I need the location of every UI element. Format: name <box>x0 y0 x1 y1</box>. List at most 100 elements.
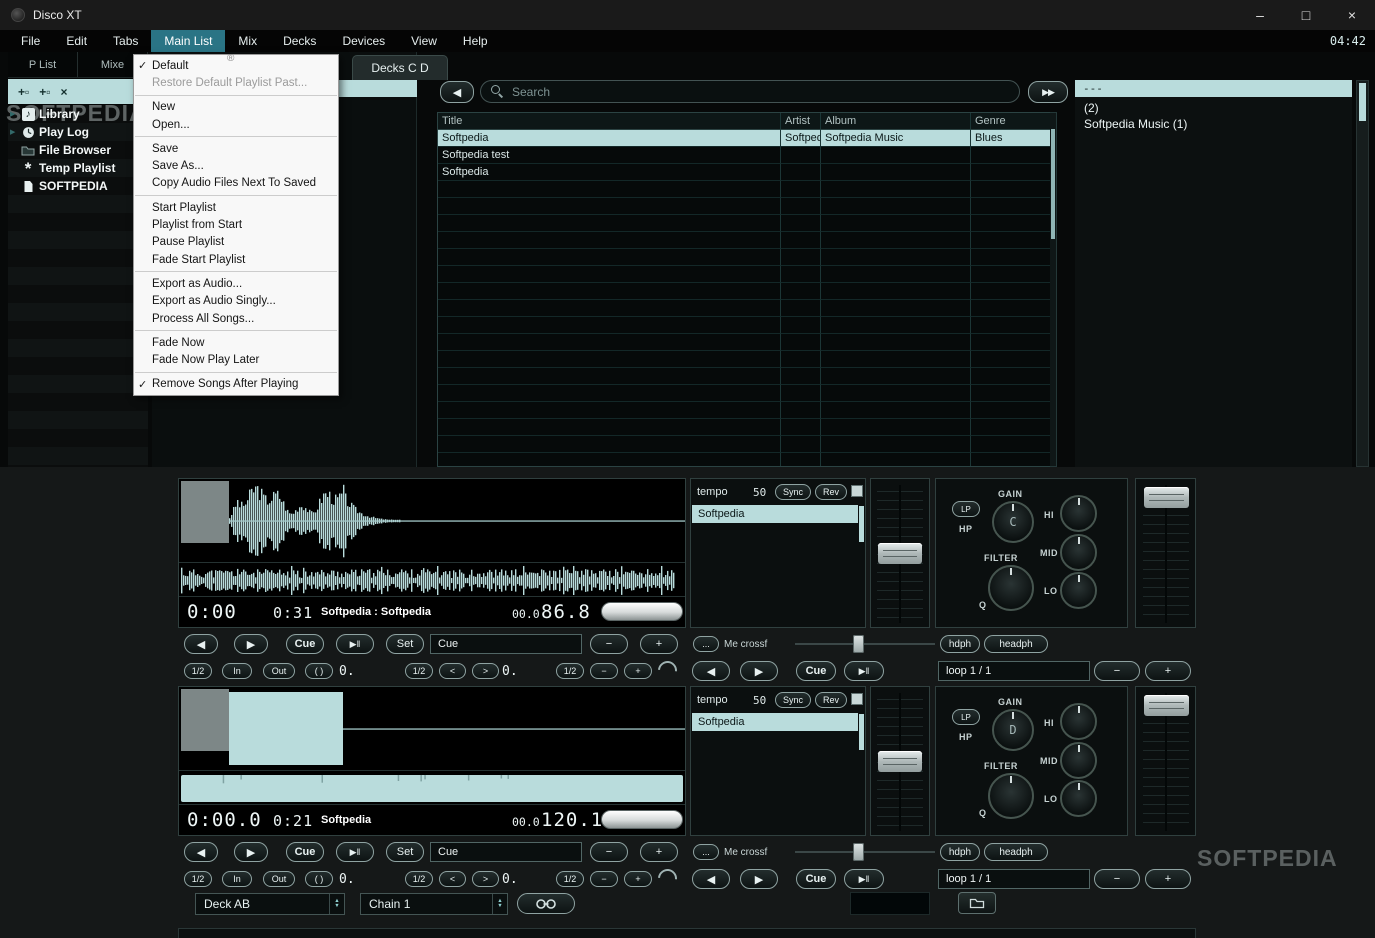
deck-c-waveform-overview[interactable] <box>179 564 685 597</box>
menu-item-save[interactable]: Save <box>134 140 338 157</box>
minimize-button[interactable]: – <box>1237 0 1283 30</box>
menu-item-new[interactable]: New <box>134 99 338 116</box>
menu-tabs[interactable]: Tabs <box>100 30 151 52</box>
table-scrollbar-thumb[interactable] <box>1051 129 1055 239</box>
menu-item-fade-now[interactable]: Fade Now <box>134 334 338 351</box>
tab-decks-c-d[interactable]: Decks C D <box>352 55 448 80</box>
expander-icon[interactable]: ▶ <box>10 128 15 136</box>
track-row[interactable]: Softpedia test <box>438 147 1050 164</box>
column-header-genre[interactable]: Genre <box>971 113 1050 130</box>
column-header-artist[interactable]: Artist <box>781 113 821 130</box>
deck-c-prev-button[interactable]: ◀ <box>184 634 218 654</box>
deck-d-loop-paren-button[interactable]: ( ) <box>305 871 333 887</box>
deck-d-track-list-scrollbar[interactable] <box>859 714 864 750</box>
sidebar-tab-p-list[interactable]: P List <box>8 52 78 77</box>
deck-c-loop-half-button[interactable]: 1/2 <box>184 663 212 679</box>
group-item-album[interactable]: Softpedia Music (1) <box>1084 117 1187 131</box>
menu-edit[interactable]: Edit <box>53 30 100 52</box>
deck-c-loop-in-button[interactable]: In <box>222 663 252 679</box>
deck-d-lo-knob[interactable] <box>1060 780 1097 817</box>
panel-scrollbar-thumb[interactable] <box>1359 83 1366 121</box>
deck-c-lp-button[interactable]: LP <box>952 501 980 517</box>
menu-item-default[interactable]: ✓ Default <box>134 57 338 74</box>
deck-d-sync-button[interactable]: Sync <box>775 692 811 708</box>
deck-c-more-button[interactable]: ... <box>693 636 719 652</box>
deck-d-color-tag[interactable] <box>851 693 863 705</box>
group-item-count[interactable]: (2) <box>1084 101 1099 115</box>
deck-c-rev-button[interactable]: Rev <box>815 484 847 500</box>
add-playlist-icon[interactable]: +▫ <box>18 85 29 99</box>
deck-c-hi-knob[interactable] <box>1060 495 1097 532</box>
deck-d-cue-button[interactable]: Cue <box>286 842 324 862</box>
column-header-title[interactable]: Title <box>438 113 781 130</box>
panel-scrollbar[interactable] <box>1356 80 1369 467</box>
deck-c-play-pause-button[interactable]: ▶‖ <box>336 634 374 654</box>
expander-icon[interactable]: ▶ <box>10 110 15 118</box>
deck-d-channel-fader[interactable] <box>878 751 922 772</box>
deck-c-loop-minus-button[interactable]: − <box>1094 661 1140 681</box>
menu-item-copy-audio-files-next-to-saved[interactable]: Copy Audio Files Next To Saved <box>134 175 338 192</box>
stepper-arrows-icon[interactable]: ▲ ▼ <box>492 894 507 914</box>
menu-view[interactable]: View <box>398 30 450 52</box>
deck-d-play-pause-button-2[interactable]: ▶‖ <box>844 869 884 889</box>
deck-c-loop-plus-button[interactable]: + <box>1145 661 1191 681</box>
search-input[interactable]: Search <box>480 80 1020 103</box>
deck-c-nudge-right-button[interactable]: > <box>472 663 499 679</box>
deck-c-cue-half-button[interactable]: 1/2 <box>405 663 433 679</box>
menu-decks[interactable]: Decks <box>270 30 329 52</box>
browser-back-button[interactable]: ◀ <box>440 81 474 103</box>
deck-d-waveform-display[interactable] <box>179 687 685 771</box>
deck-c-cue-button[interactable]: Cue <box>286 634 324 654</box>
deck-d-prev-button[interactable]: ◀ <box>184 842 218 862</box>
menu-item-fade-now-play-later[interactable]: Fade Now Play Later <box>134 351 338 368</box>
deck-c-filter-knob[interactable] <box>988 565 1034 611</box>
deck-c-gain-knob[interactable]: C <box>992 501 1034 543</box>
maximize-button[interactable]: □ <box>1283 0 1329 30</box>
deck-d-next-button-2[interactable]: ▶ <box>740 869 778 889</box>
deck-c-color-tag[interactable] <box>851 485 863 497</box>
deck-d-lp-button[interactable]: LP <box>952 709 980 725</box>
deck-d-prev-button-2[interactable]: ◀ <box>692 869 730 889</box>
deck-d-filter-knob[interactable] <box>988 773 1034 819</box>
browser-forward-button[interactable]: ▶▶ <box>1028 81 1068 103</box>
deck-c-cue-name-field[interactable]: Cue <box>430 634 582 654</box>
deck-d-hp-label[interactable]: HP <box>959 732 973 742</box>
deck-d-loop-minus-button[interactable]: − <box>1094 869 1140 889</box>
deck-c-mid-knob[interactable] <box>1060 534 1097 571</box>
deck-d-crossfade-handle[interactable] <box>853 843 864 861</box>
deck-d-hdph-button[interactable]: hdph <box>940 843 980 861</box>
deck-c-minus-button[interactable]: − <box>590 634 628 654</box>
deck-c-channel-fader[interactable] <box>878 543 922 564</box>
deck-c-set-button[interactable]: Set <box>386 634 424 654</box>
deck-c-next-button-2[interactable]: ▶ <box>740 661 778 681</box>
deck-c-plus-button[interactable]: + <box>640 634 678 654</box>
deck-d-rev-button[interactable]: Rev <box>815 692 847 708</box>
deck-d-headph-button[interactable]: headph <box>984 843 1048 861</box>
menu-item-remove-songs-after-playing[interactable]: ✓ Remove Songs After Playing <box>134 376 338 393</box>
menu-item-open[interactable]: Open... <box>134 116 338 133</box>
sidebar-item-file-browser[interactable]: File Browser <box>8 141 148 159</box>
deck-c-monitor-fader[interactable] <box>1144 487 1189 508</box>
menu-item-export-as-audio[interactable]: Export as Audio... <box>134 275 338 292</box>
stepper-arrows-icon[interactable]: ▲ ▼ <box>329 894 344 914</box>
deck-d-cue-button-2[interactable]: Cue <box>796 869 836 889</box>
menu-item-pause-playlist[interactable]: Pause Playlist <box>134 234 338 251</box>
menu-help[interactable]: Help <box>450 30 501 52</box>
menu-devices[interactable]: Devices <box>329 30 398 52</box>
track-row[interactable]: Softpedia <box>438 164 1050 181</box>
deck-d-nudge-left-button[interactable]: < <box>439 871 466 887</box>
deck-c-waveform-display[interactable] <box>179 479 685 563</box>
deck-d-play-pause-button[interactable]: ▶‖ <box>336 842 374 862</box>
sidebar-item-temp-playlist[interactable]: * Temp Playlist <box>8 159 148 177</box>
menu-item-process-all-songs[interactable]: Process All Songs... <box>134 310 338 327</box>
table-scrollbar[interactable] <box>1050 112 1057 467</box>
deck-d-set-button[interactable]: Set <box>386 842 424 862</box>
deck-c-loop-out-button[interactable]: Out <box>263 663 295 679</box>
deck-d-loop-plus-button[interactable]: + <box>1145 869 1191 889</box>
deck-c-loop-paren-button[interactable]: ( ) <box>305 663 333 679</box>
delete-icon[interactable]: × <box>61 85 68 99</box>
deck-c-tempo-minus-button[interactable]: − <box>590 663 618 679</box>
menu-item-export-as-audio-singly[interactable]: Export as Audio Singly... <box>134 293 338 310</box>
deck-d-more-button[interactable]: ... <box>693 844 719 860</box>
deck-d-cue-half-button[interactable]: 1/2 <box>405 871 433 887</box>
